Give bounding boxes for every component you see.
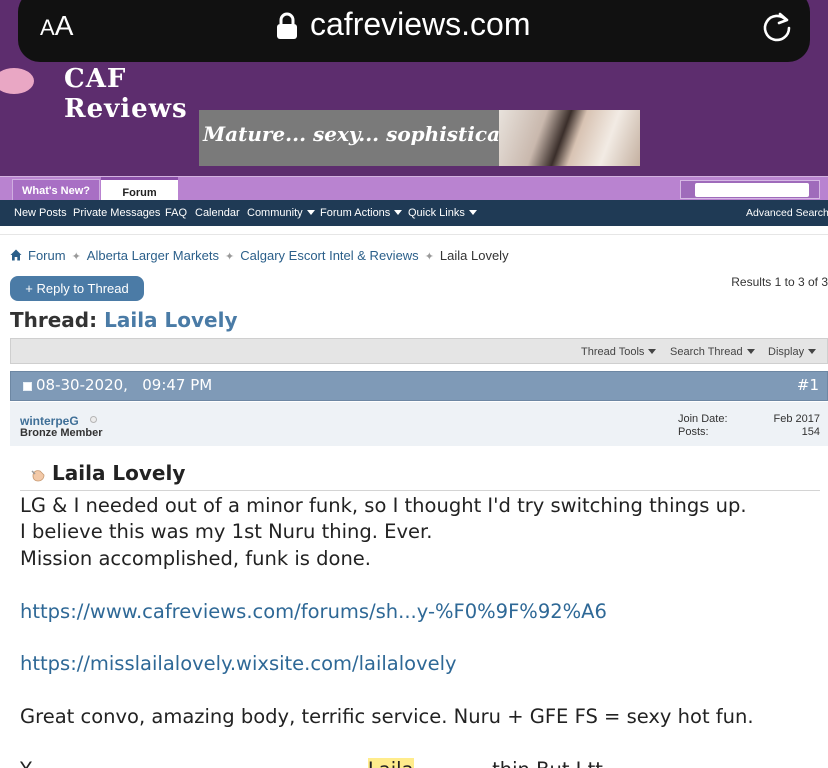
text-size-button[interactable]: AA [40, 10, 73, 42]
subnav-new-posts[interactable]: New Posts [14, 200, 67, 226]
thread-tools-menu[interactable]: Thread Tools [581, 339, 657, 365]
chevron-down-icon [306, 210, 315, 215]
subnav-community[interactable]: Community [247, 200, 315, 226]
join-date-label: Join Date: [678, 413, 728, 425]
post-user-panel: winterpeG Bronze Member Join Date: Feb 2… [10, 402, 828, 446]
display-label: Display [768, 346, 805, 358]
search-thread-menu[interactable]: Search Thread [670, 339, 755, 365]
post-link-website[interactable]: https://misslailalovely.wixsite.com/lail… [20, 651, 825, 677]
breadcrumb-separator-icon: ✦ [71, 251, 81, 263]
browser-address-bar: AA cafreviews.com [18, 0, 810, 62]
post-text-line: Mission accomplished, funk is done. [20, 546, 371, 570]
post-text-line: I believe this was my 1st Nuru thing. Ev… [20, 520, 433, 544]
subnav-forum-actions-label: Forum Actions [320, 207, 391, 219]
lock-icon [277, 12, 297, 39]
chevron-down-icon [468, 210, 477, 215]
display-menu[interactable]: Display [768, 339, 817, 365]
post-link-review[interactable]: https://www.cafreviews.com/forums/sh...y… [20, 599, 825, 625]
thread-title-name[interactable]: Laila Lovely [104, 308, 237, 332]
highlighted-word: Laila [367, 757, 414, 768]
join-date-value: Feb 2017 [773, 413, 820, 425]
post-username[interactable]: winterpeG [20, 414, 79, 428]
user-rank: Bronze Member [20, 427, 103, 439]
ad-banner[interactable]: Mature... sexy... sophisticated... [199, 110, 640, 166]
breadcrumb-current: Laila Lovely [439, 248, 509, 263]
post-date: 08-30-2020, 09:47 PM [36, 376, 213, 394]
post-title-row: Laila Lovely [20, 459, 820, 491]
post-select-checkbox[interactable] [23, 382, 32, 391]
search-box [680, 180, 820, 199]
tab-whats-new[interactable]: What's New? [12, 179, 100, 201]
thread-title-prefix: Thread: [10, 308, 98, 332]
posts-value: 154 [801, 426, 820, 438]
chevron-down-icon [746, 349, 755, 354]
post-header: 08-30-2020, 09:47 PM #1 [10, 371, 828, 401]
post-text-line: LG & I needed out of a minor funk, so I … [20, 494, 747, 517]
post-icon [31, 470, 45, 482]
text-size-large-a: A [54, 10, 74, 41]
site-header: CAF Reviews Mature... sexy... sophistica… [0, 0, 828, 176]
subnav-advanced-search[interactable]: Advanced Search [746, 200, 828, 226]
text-size-small-a: A [40, 15, 55, 40]
post-summary-line: Great convo, amazing body, terrific serv… [20, 705, 754, 729]
thread-tools-label: Thread Tools [581, 346, 645, 358]
subnav-community-label: Community [247, 207, 303, 219]
ad-banner-photo [499, 110, 640, 166]
breadcrumb-forum[interactable]: Forum [28, 248, 66, 263]
chevron-down-icon [648, 349, 657, 354]
thread-title: Thread: Laila Lovely [10, 308, 237, 332]
logo-graphic [0, 68, 34, 94]
forum-content: Forum ✦ Alberta Larger Markets ✦ Calgary Esc… [0, 234, 828, 768]
breadcrumb-separator-icon: ✦ [424, 251, 434, 263]
post-body: LG & I needed out of a minor funk, so I … [20, 493, 825, 768]
partial-text-start: Y [20, 758, 32, 768]
subnav-private-messages[interactable]: Private Messages [73, 200, 160, 226]
offline-status-icon [90, 416, 97, 423]
subnav-forum-actions[interactable]: Forum Actions [320, 200, 403, 226]
post-text-line-partial: Y Laila ...thin But I tt [20, 757, 825, 768]
breadcrumb-alberta-larger-markets[interactable]: Alberta Larger Markets [87, 248, 219, 263]
subnav-quick-links-label: Quick Links [408, 207, 465, 219]
url-text[interactable]: cafreviews.com [310, 6, 531, 43]
subnav-faq[interactable]: FAQ [165, 200, 187, 226]
breadcrumb: Forum ✦ Alberta Larger Markets ✦ Calgary Esc… [10, 248, 509, 263]
post-title: Laila Lovely [52, 461, 186, 485]
subnav-calendar[interactable]: Calendar [195, 200, 240, 226]
post-number-link[interactable]: #1 [797, 376, 819, 394]
sub-navigation: New Posts Private Messages FAQ Calendar … [0, 200, 828, 226]
tab-forum[interactable]: Forum [101, 177, 178, 201]
home-icon[interactable] [10, 249, 22, 261]
reload-icon[interactable] [760, 10, 794, 44]
chevron-down-icon [394, 210, 403, 215]
results-count: Results 1 to 3 of 3 [731, 275, 828, 289]
chevron-down-icon [808, 349, 817, 354]
posts-label: Posts: [678, 426, 709, 438]
search-thread-label: Search Thread [670, 346, 743, 358]
reply-to-thread-button[interactable]: + Reply to Thread [10, 276, 144, 301]
subnav-quick-links[interactable]: Quick Links [408, 200, 477, 226]
breadcrumb-calgary-escort-intel[interactable]: Calgary Escort Intel & Reviews [240, 248, 418, 263]
thread-tools-bar: Thread Tools Search Thread Display [10, 338, 828, 364]
partial-text-end: ...thin But I tt [474, 758, 603, 768]
forum-tab-bar: What's New? Forum [0, 176, 828, 201]
breadcrumb-separator-icon: ✦ [225, 251, 235, 263]
search-input[interactable] [695, 183, 809, 197]
